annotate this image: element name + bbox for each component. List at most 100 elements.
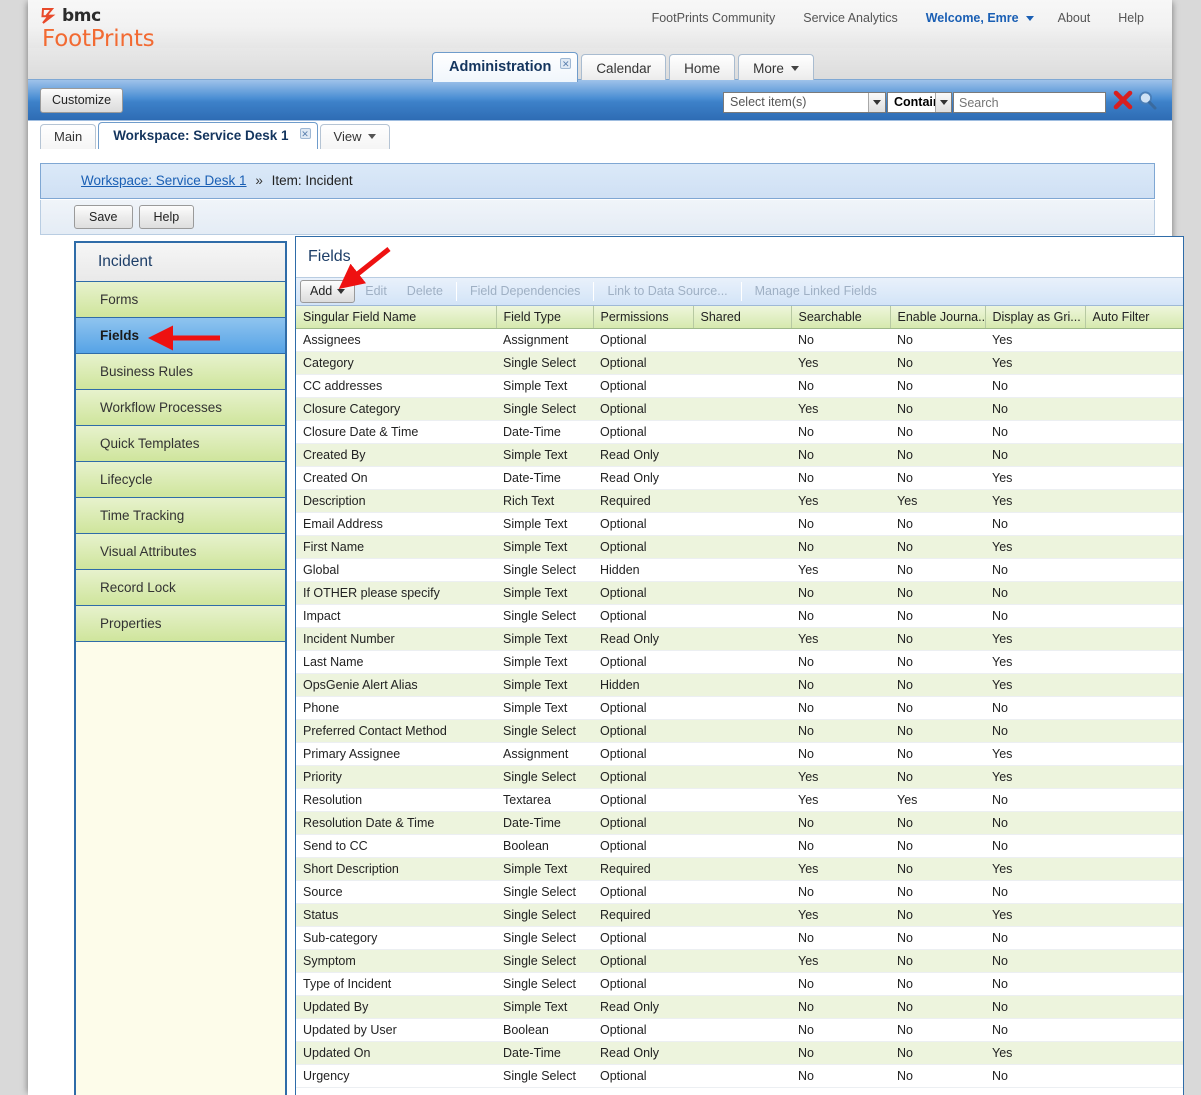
table-row[interactable]: Sub-category Single Select Optional No No No [296,926,1183,950]
close-icon[interactable]: ✕ [560,58,572,69]
add-button[interactable]: Add [300,280,356,303]
tab-calendar[interactable]: Calendar [581,54,667,82]
subtab-workspace[interactable]: Workspace: Service Desk 1 ✕ [98,122,318,149]
tab-more[interactable]: More [738,54,814,82]
help-button[interactable]: Help [138,205,195,229]
subtab-main[interactable]: Main [40,124,97,149]
table-cell: Date-Time [496,420,593,444]
sidebar-item-workflow-processes[interactable]: Workflow Processes [76,390,285,426]
table-cell: No [890,880,985,904]
nav-about[interactable]: About [1044,11,1105,25]
table-row[interactable]: Created On Date-Time Read Only No No Yes [296,466,1183,490]
table-cell [693,742,791,766]
table-row[interactable]: Phone Simple Text Optional No No No [296,696,1183,720]
table-row[interactable]: OpsGenie Alert Alias Simple Text Hidden No N… [296,673,1183,697]
column-header-auto-filter[interactable]: Auto Filter [1085,306,1183,329]
tab-administration-label: Administration [449,59,552,75]
toolbar-divider [740,282,742,301]
table-cell: No [890,926,985,950]
search-icon[interactable] [1136,89,1158,116]
table-row[interactable]: Created By Simple Text Read Only No No No [296,443,1183,467]
column-header-permissions[interactable]: Permissions [593,306,694,329]
table-row[interactable]: Impact Single Select Optional No No No [296,604,1183,628]
column-header-searchable[interactable]: Searchable [791,306,891,329]
table-row[interactable]: Category Single Select Optional Yes No Yes [296,351,1183,375]
table-cell: Simple Text [496,512,593,536]
table-cell: No [890,742,985,766]
table-row[interactable]: Type of Incident Single Select Optional No N… [296,972,1183,996]
table-row[interactable]: Updated by User Boolean Optional No No No [296,1018,1183,1042]
table-cell: No [791,512,890,536]
clear-search-icon[interactable] [1112,89,1134,116]
fields-panel: Fields Add Edit Delete Field Dependencie… [295,236,1184,1095]
table-cell: No [890,374,985,398]
table-row[interactable]: Global Single Select Hidden Yes No No [296,558,1183,582]
select-items-dropdown[interactable]: Select item(s) [723,92,886,113]
close-icon[interactable]: ✕ [299,128,311,139]
table-row[interactable]: Resolution Textarea Optional Yes Yes No [296,788,1183,812]
table-row[interactable]: Send to CC Boolean Optional No No No [296,834,1183,858]
table-row[interactable]: Assignees Assignment Optional No No Yes [296,328,1183,352]
sidebar-item-label: Business Rules [100,364,194,379]
sidebar-item-business-rules[interactable]: Business Rules [76,354,285,390]
breadcrumb-workspace-link[interactable]: Workspace: Service Desk 1 [81,173,247,188]
table-row[interactable]: Priority Single Select Optional Yes No Yes [296,765,1183,789]
fields-table: Singular Field Name Field Type Permissio… [296,306,1183,1088]
nav-help[interactable]: Help [1104,11,1158,25]
operator-dropdown[interactable]: Contains [887,92,952,113]
chevron-down-icon[interactable] [1025,15,1034,21]
table-row[interactable]: Primary Assignee Assignment Optional No No Ye… [296,742,1183,766]
column-header-shared[interactable]: Shared [693,306,792,329]
nav-welcome-user[interactable]: Welcome, Emre [912,11,1023,25]
table-row[interactable]: CC addresses Simple Text Optional No No No [296,374,1183,398]
table-row[interactable]: Description Rich Text Required Yes Yes Yes [296,489,1183,513]
table-row[interactable]: Incident Number Simple Text Read Only Yes No… [296,627,1183,651]
table-header: Singular Field Name Field Type Permissio… [296,306,1183,329]
column-header-enable-journaling[interactable]: Enable Journa... [890,306,986,329]
sidebar-item-time-tracking[interactable]: Time Tracking [76,498,285,534]
chevron-down-icon [337,289,346,294]
table-row[interactable]: Updated By Simple Text Read Only No No No [296,995,1183,1019]
tab-home[interactable]: Home [669,54,736,82]
table-row[interactable]: First Name Simple Text Optional No No Yes [296,535,1183,559]
table-cell: Single Select [496,604,593,628]
table-row[interactable]: Source Single Select Optional No No No [296,880,1183,904]
bmc-footprints-logo[interactable]: bmc FootPrints [41,6,155,52]
table-row[interactable]: Last Name Simple Text Optional No No Yes [296,650,1183,674]
search-input[interactable] [953,92,1106,113]
chevron-down-icon[interactable] [935,93,951,112]
table-row[interactable]: Email Address Simple Text Optional No No No [296,512,1183,536]
table-cell: No [890,650,985,674]
add-button-label: Add [310,284,333,298]
save-button[interactable]: Save [74,205,133,229]
table-cell [693,351,791,375]
table-row[interactable]: If OTHER please specify Simple Text Option… [296,581,1183,605]
sidebar-item-lifecycle[interactable]: Lifecycle [76,462,285,498]
column-header-field-type[interactable]: Field Type [496,306,594,329]
sidebar-item-quick-templates[interactable]: Quick Templates [76,426,285,462]
column-header-display-as-grid[interactable]: Display as Gri... [985,306,1086,329]
customize-button[interactable]: Customize [40,88,124,113]
table-row[interactable]: Urgency Single Select Optional No No No [296,1064,1183,1088]
tab-administration[interactable]: Administration ✕ [432,52,579,82]
sidebar-item-properties[interactable]: Properties [76,606,285,642]
table-cell [1085,443,1183,467]
chevron-down-icon[interactable] [868,93,885,112]
table-cell: Optional [593,650,693,674]
subtab-view[interactable]: View [319,124,391,149]
table-row[interactable]: Resolution Date & Time Date-Time Optional N… [296,811,1183,835]
table-row[interactable]: Closure Category Single Select Optional Yes… [296,397,1183,421]
table-row[interactable]: Updated On Date-Time Read Only No No Yes [296,1041,1183,1065]
nav-service-analytics[interactable]: Service Analytics [789,11,911,25]
table-row[interactable]: Short Description Simple Text Required Yes N… [296,857,1183,881]
sidebar-item-record-lock[interactable]: Record Lock [76,570,285,606]
sidebar-item-fields[interactable]: Fields [76,318,285,354]
sidebar-item-visual-attributes[interactable]: Visual Attributes [76,534,285,570]
sidebar-item-forms[interactable]: Forms [76,282,285,318]
table-row[interactable]: Preferred Contact Method Single Select Opt… [296,719,1183,743]
column-header-singular-field-name[interactable]: Singular Field Name [296,306,497,329]
table-row[interactable]: Closure Date & Time Date-Time Optional No No… [296,420,1183,444]
table-row[interactable]: Status Single Select Required Yes No Yes [296,903,1183,927]
nav-footprints-community[interactable]: FootPrints Community [638,11,790,25]
table-row[interactable]: Symptom Single Select Optional Yes No No [296,949,1183,973]
